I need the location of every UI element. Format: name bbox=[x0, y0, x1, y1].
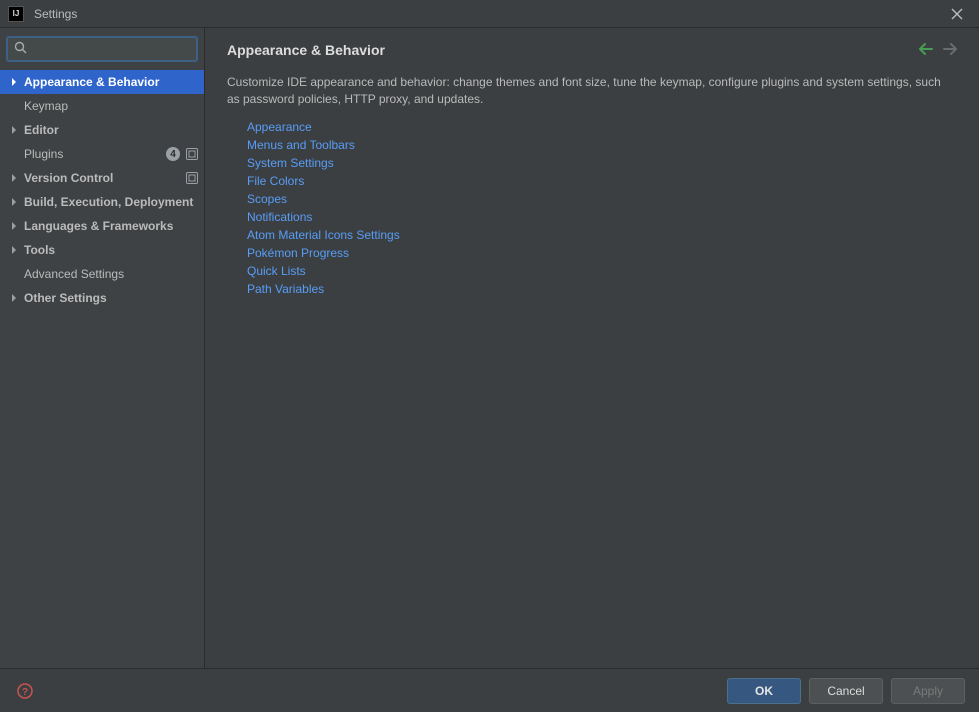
project-settings-icon bbox=[186, 148, 198, 160]
subpage-link[interactable]: Appearance bbox=[247, 120, 957, 134]
close-icon bbox=[951, 8, 963, 20]
apply-button[interactable]: Apply bbox=[891, 678, 965, 704]
cancel-button[interactable]: Cancel bbox=[809, 678, 883, 704]
arrow-left-icon bbox=[919, 43, 933, 55]
subpage-link[interactable]: Atom Material Icons Settings bbox=[247, 228, 957, 242]
ok-button[interactable]: OK bbox=[727, 678, 801, 704]
tree-item[interactable]: Tools bbox=[0, 238, 204, 262]
tree-item-label: Plugins bbox=[24, 147, 166, 161]
search-field[interactable] bbox=[6, 36, 198, 62]
settings-tree: Appearance & Behavior Keymap Editor Plugins… bbox=[0, 70, 204, 668]
help-button[interactable]: ? bbox=[14, 680, 36, 702]
tree-item[interactable]: Version Control bbox=[0, 166, 204, 190]
tree-item-label: Advanced Settings bbox=[24, 267, 198, 281]
page-title: Appearance & Behavior bbox=[227, 42, 385, 58]
tree-item-label: Tools bbox=[24, 243, 198, 257]
project-settings-icon bbox=[186, 172, 198, 184]
subpage-link[interactable]: Scopes bbox=[247, 192, 957, 206]
tree-item[interactable]: Keymap bbox=[0, 94, 204, 118]
chevron-right-icon bbox=[4, 174, 24, 182]
tree-item[interactable]: Editor bbox=[0, 118, 204, 142]
chevron-right-icon bbox=[4, 222, 24, 230]
window-title: Settings bbox=[34, 7, 77, 21]
chevron-right-icon bbox=[4, 294, 24, 302]
close-button[interactable] bbox=[943, 0, 971, 27]
subpage-link[interactable]: Menus and Toolbars bbox=[247, 138, 957, 152]
subpage-link[interactable]: Pokémon Progress bbox=[247, 246, 957, 260]
tree-item-label: Editor bbox=[24, 123, 198, 137]
svg-text:?: ? bbox=[22, 687, 28, 698]
dialog-footer: ? OK Cancel Apply bbox=[0, 668, 979, 712]
subpage-link[interactable]: Notifications bbox=[247, 210, 957, 224]
tree-item[interactable]: Plugins4 bbox=[0, 142, 204, 166]
main-panel: Appearance & Behavior Customize IDE appe… bbox=[205, 28, 979, 668]
chevron-right-icon bbox=[4, 198, 24, 206]
tree-item-label: Build, Execution, Deployment bbox=[24, 195, 198, 209]
chevron-right-icon bbox=[4, 78, 24, 86]
nav-forward-button[interactable] bbox=[943, 42, 957, 58]
search-input[interactable] bbox=[31, 42, 190, 56]
tree-item[interactable]: Other Settings bbox=[0, 286, 204, 310]
tree-item-label: Version Control bbox=[24, 171, 184, 185]
tree-item[interactable]: Build, Execution, Deployment bbox=[0, 190, 204, 214]
tree-item[interactable]: Appearance & Behavior bbox=[0, 70, 204, 94]
sidebar: Appearance & Behavior Keymap Editor Plugins… bbox=[0, 28, 205, 668]
subpage-links: Appearance Menus and Toolbars System Setti… bbox=[247, 120, 957, 296]
nav-back-button[interactable] bbox=[919, 42, 933, 58]
subpage-link[interactable]: Quick Lists bbox=[247, 264, 957, 278]
tree-item[interactable]: Advanced Settings bbox=[0, 262, 204, 286]
chevron-right-icon bbox=[4, 126, 24, 134]
help-icon: ? bbox=[17, 683, 33, 699]
subpage-link[interactable]: File Colors bbox=[247, 174, 957, 188]
tree-item-label: Appearance & Behavior bbox=[24, 75, 198, 89]
chevron-right-icon bbox=[4, 246, 24, 254]
tree-item-label: Other Settings bbox=[24, 291, 198, 305]
app-icon: IJ bbox=[8, 6, 24, 22]
tree-item[interactable]: Languages & Frameworks bbox=[0, 214, 204, 238]
arrow-right-icon bbox=[943, 43, 957, 55]
subpage-link[interactable]: Path Variables bbox=[247, 282, 957, 296]
update-count-badge: 4 bbox=[166, 147, 180, 161]
subpage-link[interactable]: System Settings bbox=[247, 156, 957, 170]
title-bar: IJ Settings bbox=[0, 0, 979, 28]
tree-item-label: Languages & Frameworks bbox=[24, 219, 198, 233]
tree-item-label: Keymap bbox=[24, 99, 198, 113]
page-description: Customize IDE appearance and behavior: c… bbox=[227, 74, 947, 108]
search-icon bbox=[14, 41, 27, 57]
